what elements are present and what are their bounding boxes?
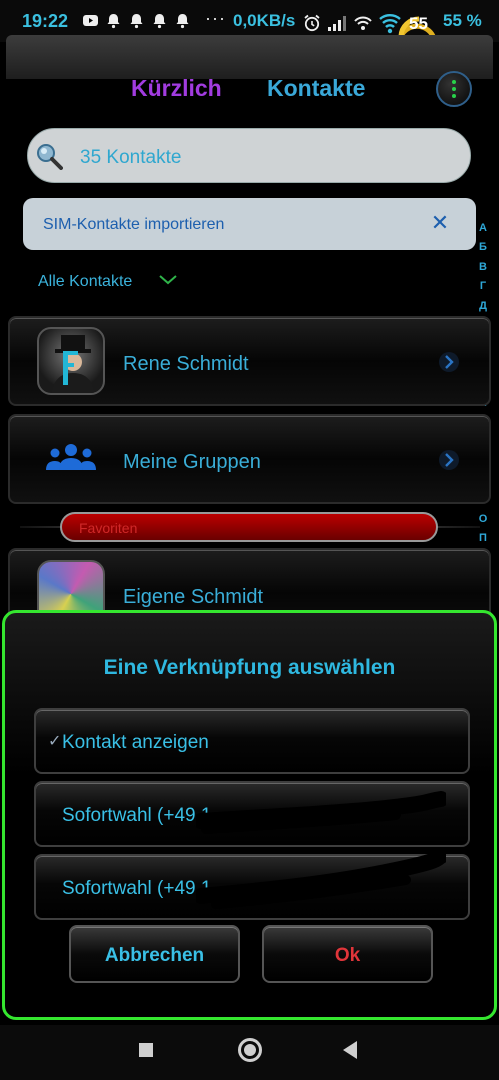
avatar: [37, 327, 105, 395]
youtube-icon: [82, 12, 99, 29]
chevron-right-icon[interactable]: [438, 351, 460, 373]
favorites-header: Favoriten: [60, 512, 438, 542]
favorites-label: Favoriten: [79, 520, 138, 536]
overflow-dots: ···: [205, 8, 226, 28]
index-letter[interactable]: Г: [480, 277, 486, 296]
alarm-icon: [303, 14, 321, 37]
battery-percent: 55 %: [443, 11, 482, 30]
battery-level: 55: [409, 14, 428, 33]
index-letter[interactable]: Б: [479, 238, 487, 257]
option-show-contact[interactable]: ✓ Kontakt anzeigen: [34, 708, 470, 774]
bell-icon: [174, 12, 191, 29]
option-label[interactable]: Sofortwahl (+49 1: [62, 805, 211, 827]
index-letter[interactable]: П: [479, 529, 487, 548]
cancel-button[interactable]: Abbrechen: [69, 925, 240, 983]
option-label[interactable]: Sofortwahl (+49 1: [62, 878, 211, 900]
dialog-title: Eine Verknüpfung auswählen: [103, 656, 396, 679]
chevron-right-icon[interactable]: [438, 449, 460, 471]
back-icon[interactable]: [343, 1041, 357, 1059]
index-letter[interactable]: A: [479, 219, 487, 238]
sim-import-label[interactable]: SIM-Kontakte importieren: [43, 216, 224, 234]
index-letter[interactable]: В: [479, 258, 487, 277]
search-input[interactable]: 35 Kontakte: [80, 147, 181, 169]
status-time: 19:22: [22, 11, 69, 31]
close-icon[interactable]: ✕: [427, 210, 453, 236]
own-contact-name[interactable]: Rene Schmidt: [123, 353, 249, 376]
signal-icon: [327, 14, 347, 37]
bell-icon: [128, 12, 145, 29]
app-top-bar: [6, 35, 493, 79]
navigation-bar: [0, 1025, 499, 1080]
network-speed: 0,0KB/s: [233, 11, 296, 30]
redaction-scribble: [196, 850, 446, 909]
groups-label[interactable]: Meine Gruppen: [123, 451, 261, 474]
cancel-label[interactable]: Abbrechen: [71, 945, 238, 967]
bell-icon: [105, 12, 122, 29]
shortcut-dialog: Eine Verknüpfung auswählen ✓ Kontakt anz…: [2, 610, 497, 1020]
groups-card[interactable]: Meine Gruppen: [8, 414, 491, 504]
chevron-down-icon[interactable]: [158, 272, 178, 288]
tab-contacts[interactable]: Kontakte: [267, 75, 365, 102]
search-icon: [37, 144, 63, 170]
contacts-filter[interactable]: Alle Kontakte: [38, 273, 132, 291]
recents-icon[interactable]: [139, 1043, 153, 1057]
group-icon: [46, 444, 96, 470]
option-label[interactable]: Kontakt anzeigen: [62, 732, 209, 754]
ok-label[interactable]: Ok: [264, 945, 431, 967]
check-icon: ✓: [48, 733, 62, 750]
redaction-scribble: [196, 791, 446, 834]
index-letter[interactable]: О: [479, 510, 488, 529]
tab-bar: [6, 79, 493, 111]
home-icon[interactable]: [238, 1038, 262, 1062]
option-speed-dial-1[interactable]: Sofortwahl (+49 1: [34, 781, 470, 847]
sim-import-banner[interactable]: SIM-Kontakte importieren ✕: [23, 198, 476, 250]
bell-icon: [151, 12, 168, 29]
favorite-contact-name[interactable]: Eigene Schmidt: [123, 586, 263, 609]
hotspot-icon: [353, 14, 373, 37]
tab-recent[interactable]: Kürzlich: [131, 75, 222, 102]
notification-icons: [82, 12, 191, 29]
ok-button[interactable]: Ok: [262, 925, 433, 983]
search-bar[interactable]: 35 Kontakte: [27, 128, 471, 183]
option-speed-dial-2[interactable]: Sofortwahl (+49 1: [34, 850, 470, 920]
more-vertical-icon[interactable]: [436, 71, 472, 107]
index-letter[interactable]: Д: [479, 297, 487, 316]
own-contact-card[interactable]: Rene Schmidt: [8, 316, 491, 406]
